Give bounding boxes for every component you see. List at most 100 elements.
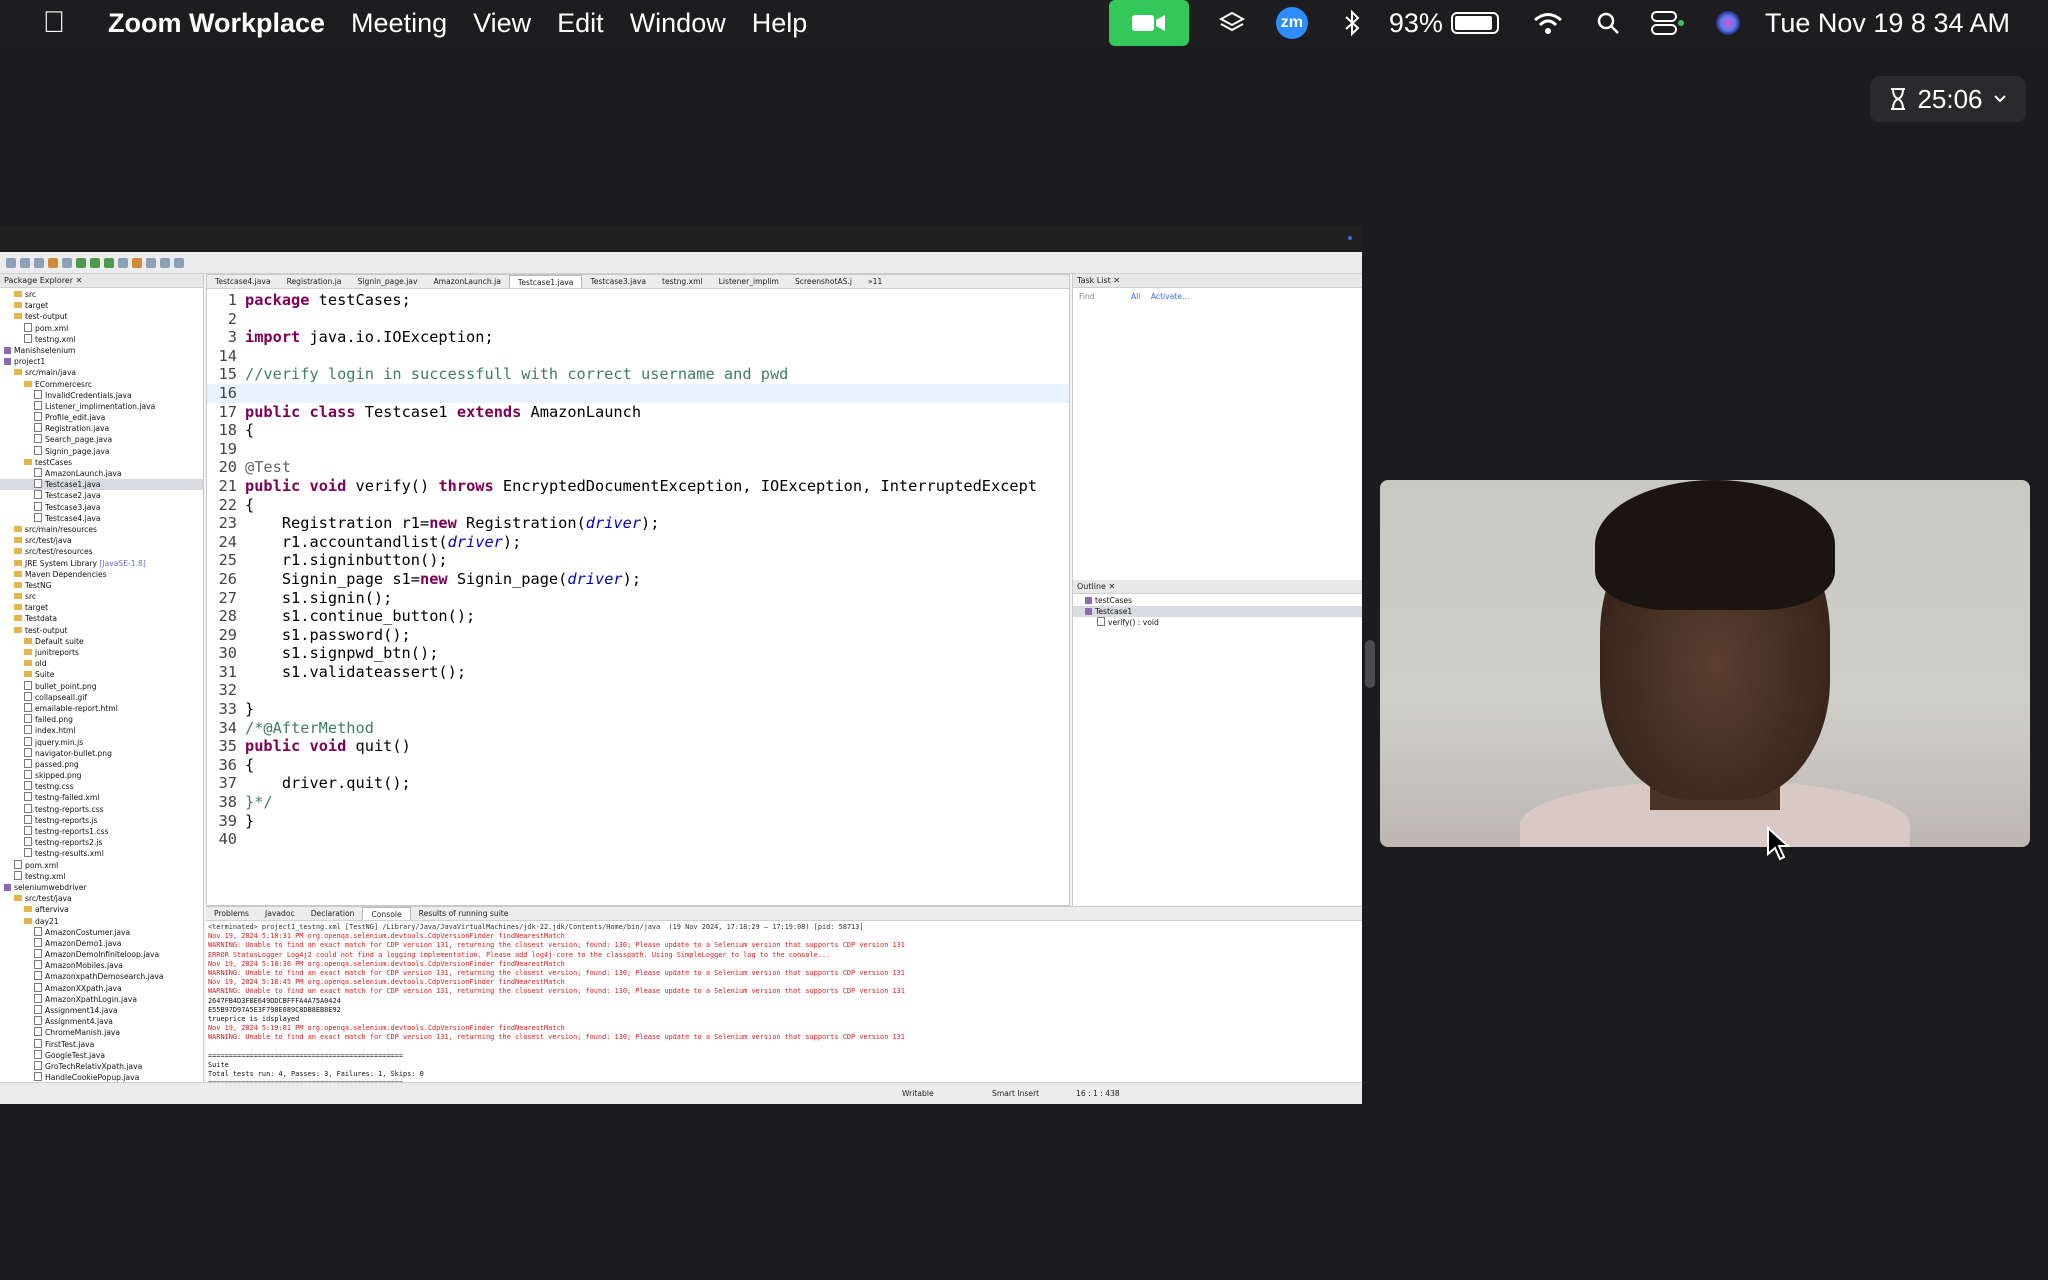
editor-tab[interactable]: Testcase1.java <box>508 275 583 288</box>
tree-item[interactable]: GroTechRelativXpath.java <box>0 1061 203 1072</box>
outline-header[interactable]: Outline ✕ <box>1073 580 1362 594</box>
meeting-timer[interactable]: 25:06 <box>1870 76 2026 122</box>
code-line[interactable]: 3 import java.io.IOException; <box>207 328 1069 347</box>
zoom-video-icon[interactable] <box>1108 0 1189 46</box>
tree-item[interactable]: Listener_implimentation.java <box>0 401 203 412</box>
tree-item[interactable]: testng-reports2.js <box>0 837 203 848</box>
editor-tab[interactable]: AmazonLaunch.ja <box>425 275 508 288</box>
tree-item[interactable]: testng.css <box>0 781 203 792</box>
editor-tab[interactable]: Testcase4.java <box>207 275 279 288</box>
close-icon[interactable]: ✕ <box>76 276 83 285</box>
toolbar-save-icon[interactable] <box>20 257 30 268</box>
code-line[interactable]: 1 package testCases; <box>207 291 1069 310</box>
toolbar-run-icon[interactable] <box>90 257 100 268</box>
code-line[interactable]: 24 r1.accountandlist(driver); <box>207 533 1069 552</box>
toolbar-redo-icon[interactable] <box>62 257 72 268</box>
toolbar-debug-icon[interactable] <box>76 257 86 268</box>
tree-item[interactable]: jquery.min.js <box>0 737 203 748</box>
code-line[interactable]: 25 r1.signinbutton(); <box>207 551 1069 570</box>
toolbar-back-icon[interactable] <box>160 257 170 268</box>
tree-item[interactable]: testng-results.xml <box>0 848 203 859</box>
tree-item[interactable]: test-output <box>0 625 203 636</box>
console-tab[interactable]: Declaration <box>303 907 363 920</box>
code-line[interactable]: 28 s1.continue_button(); <box>207 607 1069 626</box>
code-line[interactable]: 34 /*@AfterMethod <box>207 719 1069 738</box>
toolbar-new-icon[interactable] <box>6 257 16 268</box>
tree-item[interactable]: failed.png <box>0 714 203 725</box>
tree-item[interactable]: project1 <box>0 356 203 367</box>
tree-item[interactable]: AmazonXpathLogin.java <box>0 994 203 1005</box>
tree-item[interactable]: AmazonxpathDemosearch.java <box>0 971 203 982</box>
toolbar-coverage-icon[interactable] <box>104 257 114 268</box>
code-line[interactable]: 14 <box>207 347 1069 366</box>
tree-item[interactable]: Testcase4.java <box>0 513 203 524</box>
tree-item[interactable]: bullet_point.png <box>0 681 203 692</box>
tree-item[interactable]: testng.xml <box>0 871 203 882</box>
menu-view[interactable]: View <box>473 8 531 39</box>
tree-item[interactable]: Search_page.java <box>0 434 203 445</box>
tree-item[interactable]: src <box>0 591 203 602</box>
tree-item[interactable]: AmazonCostumer.java <box>0 927 203 938</box>
menu-help[interactable]: Help <box>752 8 808 39</box>
tree-item[interactable]: src <box>0 289 203 300</box>
editor-tab[interactable]: ScreenshotAS.j <box>787 275 860 288</box>
tree-item[interactable]: pom.xml <box>0 323 203 334</box>
console-tab[interactable]: Problems <box>206 907 257 920</box>
tree-item[interactable]: emailable-report.html <box>0 703 203 714</box>
code-line[interactable]: 29 s1.password(); <box>207 626 1069 645</box>
zoom-app-icon[interactable]: zm <box>1269 0 1315 46</box>
tree-item[interactable]: Default suite <box>0 636 203 647</box>
tree-item[interactable]: src/test/java <box>0 893 203 904</box>
code-line[interactable]: 38}*/ <box>207 793 1069 812</box>
tree-item[interactable]: target <box>0 602 203 613</box>
code-line[interactable]: 22 { <box>207 496 1069 515</box>
tree-item[interactable]: FirstTest.java <box>0 1039 203 1050</box>
code-line[interactable]: 18 { <box>207 421 1069 440</box>
toolbar-forward-icon[interactable] <box>174 257 184 268</box>
tree-item[interactable]: ChromeManish.java <box>0 1027 203 1038</box>
console-tab[interactable]: Results of running suite <box>411 907 517 920</box>
menu-edit[interactable]: Edit <box>557 8 604 39</box>
toolbar-external-tools-icon[interactable] <box>118 257 128 268</box>
console-tab[interactable]: Javadoc <box>257 907 303 920</box>
tree-item[interactable]: testng-reports.js <box>0 815 203 826</box>
code-line[interactable]: 36 { <box>207 756 1069 775</box>
code-line[interactable]: 15 //verify login in successfull with cor… <box>207 365 1069 384</box>
tree-item[interactable]: src/main/resources <box>0 524 203 535</box>
tree-item[interactable]: Assignment14.java <box>0 1005 203 1016</box>
layers-icon[interactable] <box>1209 0 1255 46</box>
tree-item[interactable]: Manishselenium <box>0 345 203 356</box>
app-menu[interactable]: Zoom Workplace <box>108 8 325 39</box>
tree-item[interactable]: testng-reports.css <box>0 804 203 815</box>
code-line[interactable]: 37 driver.quit(); <box>207 774 1069 793</box>
tree-item[interactable]: pom.xml <box>0 860 203 871</box>
editor-tab[interactable]: »11 <box>860 275 890 288</box>
toolbar-open-type-icon[interactable] <box>132 257 142 268</box>
tree-item[interactable]: AmazonXXpath.java <box>0 983 203 994</box>
toolbar-print-icon[interactable] <box>34 257 44 268</box>
tree-item[interactable]: src/test/resources <box>0 546 203 557</box>
tree-item[interactable]: src/main/java <box>0 367 203 378</box>
package-explorer-header[interactable]: Package Explorer ✕ <box>0 274 203 288</box>
tree-item[interactable]: testng-reports1.css <box>0 826 203 837</box>
tree-item[interactable]: Testcase1.java <box>0 479 203 491</box>
find-input[interactable]: Find <box>1079 292 1095 301</box>
outline-item-method[interactable]: verify() : void <box>1073 617 1362 628</box>
editor-tab[interactable]: testng.xml <box>654 275 711 288</box>
menu-meeting[interactable]: Meeting <box>351 8 447 39</box>
control-center-icon[interactable] <box>1645 0 1691 46</box>
code-line[interactable]: 27 s1.signin(); <box>207 589 1069 608</box>
tree-item[interactable]: Profile_edit.java <box>0 412 203 423</box>
search-icon[interactable] <box>1585 0 1631 46</box>
editor-tab[interactable]: Signin_page.jav <box>350 275 426 288</box>
tree-item[interactable]: skipped.png <box>0 770 203 781</box>
tree-item[interactable]: junitreports <box>0 647 203 658</box>
tree-item[interactable]: Testcase3.java <box>0 502 203 513</box>
code-line[interactable]: 20 @Test <box>207 458 1069 477</box>
code-line[interactable]: 39} <box>207 812 1069 831</box>
code-line[interactable]: 17 public class Testcase1 extends AmazonL… <box>207 403 1069 422</box>
task-find-bar[interactable]: Find All Activate... <box>1073 288 1362 305</box>
code-area[interactable]: 1 package testCases; 2 3 import java.io.IOEx… <box>207 289 1069 849</box>
toolbar-search-icon[interactable] <box>146 257 156 268</box>
tree-item[interactable]: Maven Dependencies <box>0 569 203 580</box>
